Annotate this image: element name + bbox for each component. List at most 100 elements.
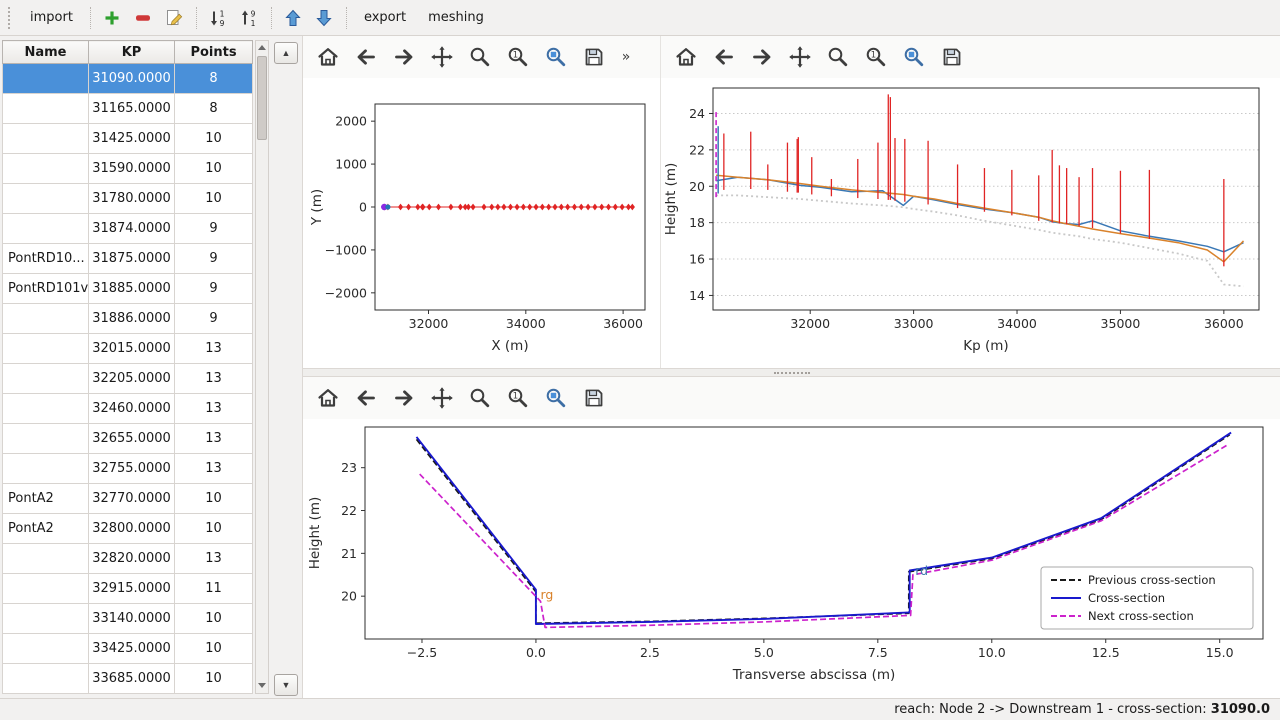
cell-points[interactable]: 9	[175, 304, 253, 334]
cell-kp[interactable]: 31425.0000	[89, 124, 175, 154]
plan-view-chart[interactable]: 320003400036000200010000−1000−2000X (m)Y…	[303, 78, 659, 366]
table-row[interactable]: 32755.000013	[3, 454, 253, 484]
home-button[interactable]	[313, 383, 343, 413]
cell-kp[interactable]: 31886.0000	[89, 304, 175, 334]
longitudinal-profile-chart[interactable]: 3200033000340003500036000141618202224Kp …	[661, 78, 1277, 366]
cell-name[interactable]	[3, 424, 89, 454]
table-row[interactable]: 31090.00008	[3, 64, 253, 94]
cell-kp[interactable]: 33685.0000	[89, 664, 175, 694]
cell-points[interactable]: 13	[175, 544, 253, 574]
home-button[interactable]	[313, 42, 343, 72]
cell-name[interactable]	[3, 394, 89, 424]
next-cross-section-button[interactable]: ▼	[274, 674, 298, 696]
scroll-up-icon[interactable]	[256, 41, 268, 55]
cell-name[interactable]	[3, 634, 89, 664]
save-button[interactable]	[579, 42, 609, 72]
back-button[interactable]	[351, 42, 381, 72]
cell-kp[interactable]: 32460.0000	[89, 394, 175, 424]
cell-name[interactable]: PontRD10...	[3, 244, 89, 274]
table-scrollbar[interactable]	[255, 40, 269, 694]
scroll-down-icon[interactable]	[256, 679, 268, 693]
cell-kp[interactable]: 31874.0000	[89, 214, 175, 244]
home-button[interactable]	[671, 42, 701, 72]
table-row[interactable]: 32820.000013	[3, 544, 253, 574]
table-row[interactable]: 32655.000013	[3, 424, 253, 454]
column-header-kp[interactable]: KP	[89, 41, 175, 64]
cell-kp[interactable]: 33140.0000	[89, 604, 175, 634]
sort-ascending-button[interactable]: 19	[205, 4, 232, 31]
cell-name[interactable]	[3, 334, 89, 364]
cell-points[interactable]: 8	[175, 64, 253, 94]
cell-kp[interactable]: 31780.0000	[89, 184, 175, 214]
cell-name[interactable]	[3, 64, 89, 94]
forward-button[interactable]	[389, 42, 419, 72]
table-row[interactable]: PontA232800.000010	[3, 514, 253, 544]
toolbar-overflow-button[interactable]: »	[617, 42, 635, 72]
cell-points[interactable]: 9	[175, 274, 253, 304]
zoom-region-button[interactable]	[541, 42, 571, 72]
table-row[interactable]: 32915.000011	[3, 574, 253, 604]
cross-section-chart[interactable]: −2.50.02.55.07.510.012.515.020212223Tran…	[303, 419, 1279, 695]
table-row[interactable]: 32015.000013	[3, 334, 253, 364]
cell-name[interactable]	[3, 574, 89, 604]
cell-name[interactable]	[3, 604, 89, 634]
cell-points[interactable]: 10	[175, 484, 253, 514]
table-row[interactable]: PontRD10...31875.00009	[3, 244, 253, 274]
menu-export[interactable]: export	[355, 5, 415, 30]
table-row[interactable]: 33140.000010	[3, 604, 253, 634]
cell-points[interactable]: 9	[175, 244, 253, 274]
menu-import[interactable]: import	[21, 5, 82, 30]
back-button[interactable]	[709, 42, 739, 72]
cell-points[interactable]: 11	[175, 574, 253, 604]
previous-cross-section-button[interactable]: ▲	[274, 42, 298, 64]
cell-name[interactable]: PontRD101v	[3, 274, 89, 304]
cell-points[interactable]: 10	[175, 184, 253, 214]
cell-points[interactable]: 13	[175, 364, 253, 394]
cell-kp[interactable]: 32015.0000	[89, 334, 175, 364]
save-button[interactable]	[579, 383, 609, 413]
table-row[interactable]: 31780.000010	[3, 184, 253, 214]
edit-cross-section-button[interactable]	[161, 4, 188, 31]
column-header-points[interactable]: Points	[175, 41, 253, 64]
cell-name[interactable]: PontA2	[3, 514, 89, 544]
cell-name[interactable]	[3, 184, 89, 214]
cell-kp[interactable]: 32915.0000	[89, 574, 175, 604]
cell-points[interactable]: 13	[175, 424, 253, 454]
cell-kp[interactable]: 32755.0000	[89, 454, 175, 484]
zoom-region-button[interactable]	[541, 383, 571, 413]
scrollbar-thumb[interactable]	[257, 56, 267, 140]
table-row[interactable]: 32460.000013	[3, 394, 253, 424]
zoom-original-button[interactable]: 1	[503, 383, 533, 413]
cell-name[interactable]: PontA2	[3, 484, 89, 514]
cell-points[interactable]: 13	[175, 454, 253, 484]
pan-button[interactable]	[427, 383, 457, 413]
cell-points[interactable]: 13	[175, 394, 253, 424]
table-row[interactable]: 31590.000010	[3, 154, 253, 184]
table-row[interactable]: 31874.00009	[3, 214, 253, 244]
forward-button[interactable]	[747, 42, 777, 72]
cell-kp[interactable]: 32800.0000	[89, 514, 175, 544]
cell-points[interactable]: 9	[175, 214, 253, 244]
pan-button[interactable]	[785, 42, 815, 72]
cell-kp[interactable]: 32655.0000	[89, 424, 175, 454]
zoom-button[interactable]	[465, 42, 495, 72]
table-row[interactable]: PontA232770.000010	[3, 484, 253, 514]
cell-name[interactable]	[3, 364, 89, 394]
sort-descending-button[interactable]: 91	[236, 4, 263, 31]
pan-button[interactable]	[427, 42, 457, 72]
move-down-button[interactable]	[311, 4, 338, 31]
remove-cross-section-button[interactable]	[130, 4, 157, 31]
zoom-button[interactable]	[465, 383, 495, 413]
cell-name[interactable]	[3, 544, 89, 574]
cell-kp[interactable]: 31090.0000	[89, 64, 175, 94]
zoom-original-button[interactable]: 1	[861, 42, 891, 72]
zoom-original-button[interactable]: 1	[503, 42, 533, 72]
zoom-region-button[interactable]	[899, 42, 929, 72]
cell-name[interactable]	[3, 304, 89, 334]
menu-meshing[interactable]: meshing	[419, 5, 493, 30]
cell-name[interactable]	[3, 124, 89, 154]
cell-kp[interactable]: 32205.0000	[89, 364, 175, 394]
cell-kp[interactable]: 32820.0000	[89, 544, 175, 574]
cell-points[interactable]: 8	[175, 94, 253, 124]
cell-kp[interactable]: 31165.0000	[89, 94, 175, 124]
